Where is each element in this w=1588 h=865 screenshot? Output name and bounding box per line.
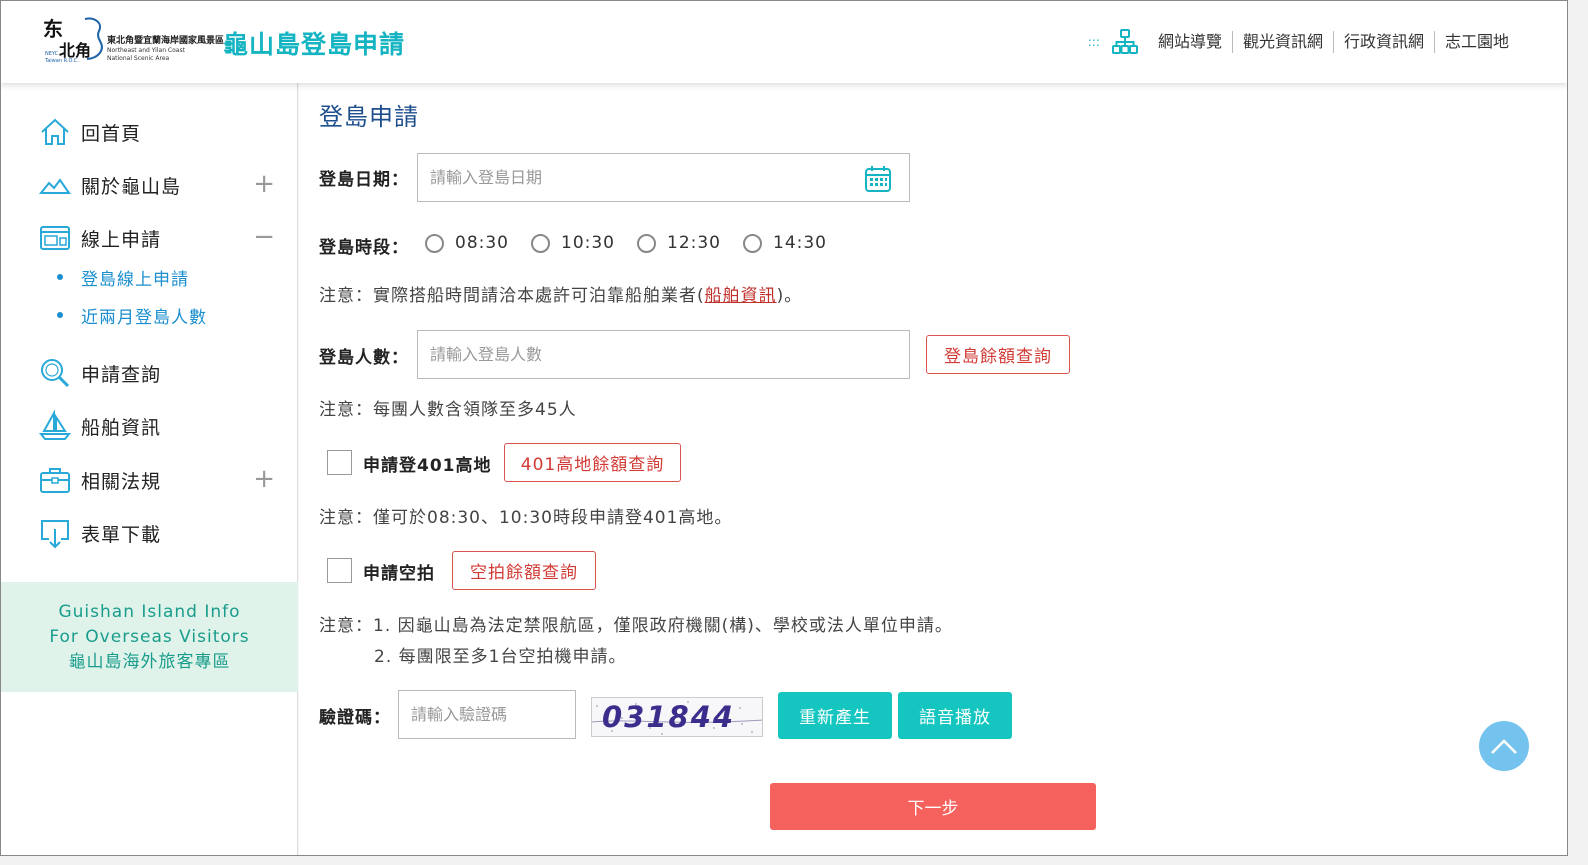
island-quota-button[interactable]: 登島餘額查詢	[926, 335, 1070, 374]
aerial-checkbox[interactable]	[327, 558, 352, 583]
time-slot-option[interactable]: 12:30	[637, 233, 721, 253]
back-to-top-button[interactable]	[1479, 721, 1529, 771]
sidebar-subitem-apply-online[interactable]: 登島線上申請	[57, 264, 189, 290]
sidebar-item-regulations[interactable]: 相關法規 +	[39, 463, 279, 497]
accesskey-marker[interactable]: :::	[1088, 35, 1100, 49]
page-title: 登島申請	[319, 103, 419, 131]
expand-plus-icon[interactable]: +	[253, 168, 275, 200]
radio-button[interactable]	[531, 233, 550, 253]
captcha-label: 驗證碼：	[319, 708, 391, 728]
search-icon	[41, 359, 70, 388]
note-text: )。	[776, 286, 803, 306]
time-slot-option[interactable]: 10:30	[531, 233, 615, 253]
nav-link-admin[interactable]: 行政資訊網	[1334, 31, 1435, 53]
sidebar-item-query[interactable]: 申請查詢	[39, 356, 279, 390]
sidebar-menu: 回首頁 關於龜山島 + 線上申請 − 登島線上申請 近兩月登島人數 申請查詢 船…	[1, 83, 298, 855]
sidebar-subitem-label: 登島線上申請	[81, 269, 189, 290]
sidebar-item-about[interactable]: 關於龜山島 +	[39, 168, 279, 202]
nav-link-tourism[interactable]: 觀光資訊網	[1233, 31, 1334, 53]
sidebar-item-label: 回首頁	[81, 122, 142, 145]
next-step-button[interactable]: 下一步	[770, 783, 1096, 830]
audio-captcha-button[interactable]: 語音播放	[898, 692, 1012, 739]
mountain-icon	[39, 178, 71, 194]
boat-time-note: 注意：實際搭船時間請洽本處許可泊靠船舶業者(船舶資訊)。	[319, 281, 802, 306]
logo-coastline-icon	[84, 17, 103, 60]
overseas-line-2: For Overseas Visitors	[49, 627, 250, 647]
ne-coast-logo[interactable]: 东 北角 NEYC Taiwan R.O.C. 東北角暨宜蘭海岸國家風景區 No…	[41, 11, 225, 71]
sidebar-item-online-apply[interactable]: 線上申請 −	[39, 221, 279, 255]
sidebar-item-label: 申請查詢	[81, 363, 162, 386]
sidebar-item-label: 表單下載	[81, 523, 162, 546]
sidebar-item-label: 相關法規	[81, 470, 162, 493]
regenerate-captcha-button[interactable]: 重新產生	[778, 692, 892, 739]
bullet-icon	[57, 274, 63, 280]
aerial-label: 申請空拍	[363, 564, 435, 584]
logo-abbrev: NEYC	[45, 51, 59, 57]
radio-button[interactable]	[743, 233, 762, 253]
download-icon	[41, 520, 69, 549]
highland-quota-button[interactable]: 401高地餘額查詢	[504, 443, 681, 482]
sitemap-icon	[1111, 29, 1138, 54]
time-slot-option-label: 12:30	[667, 233, 721, 253]
highland-note: 注意：僅可於08:30、10:30時段申請登401高地。	[319, 508, 733, 528]
aerial-note-line2: 2. 每團限至多1台空拍機申請。	[374, 647, 627, 667]
aerial-note-line1: 注意：1. 因龜山島為法定禁限航區，僅限政府機關(構)、學校或法人單位申請。	[319, 616, 953, 636]
calendar-icon[interactable]	[864, 165, 892, 193]
overseas-line-3: 龜山島海外旅客專區	[68, 652, 231, 672]
overseas-visitors-banner[interactable]: Guishan Island Info For Overseas Visitor…	[1, 582, 298, 692]
sidebar-subitem-label: 近兩月登島人數	[81, 307, 207, 328]
time-slot-option[interactable]: 14:30	[743, 233, 827, 253]
boat-icon	[39, 410, 71, 440]
logo-chinese-name: 東北角暨宜蘭海岸國家風景區	[107, 36, 225, 46]
sidebar-subitem-visitor-count[interactable]: 近兩月登島人數	[57, 302, 207, 328]
date-input[interactable]	[417, 153, 910, 202]
expand-plus-icon[interactable]: +	[253, 463, 275, 495]
sidebar-item-boat-info[interactable]: 船舶資訊	[39, 409, 279, 443]
sidebar-item-label: 關於龜山島	[81, 175, 182, 198]
captcha-input[interactable]	[398, 690, 576, 739]
application-form: 登島申請 登島日期： 登島時段： 08:30 10:30	[299, 83, 1567, 855]
nav-link-volunteer[interactable]: 志工園地	[1435, 31, 1519, 53]
boat-info-link[interactable]: 船舶資訊	[705, 286, 777, 306]
time-slot-label: 登島時段：	[319, 238, 409, 258]
sidebar-item-home[interactable]: 回首頁	[39, 115, 279, 149]
chevron-up-icon	[1491, 739, 1517, 754]
group-size-note: 注意：每團人數含領隊至多45人	[319, 400, 577, 420]
site-header: 东 北角 NEYC Taiwan R.O.C. 東北角暨宜蘭海岸國家風景區 No…	[1, 1, 1567, 83]
time-slot-option-label: 14:30	[773, 233, 827, 253]
home-icon	[41, 118, 69, 145]
captcha-image: 031844	[591, 697, 763, 737]
briefcase-icon	[40, 468, 70, 493]
date-label: 登島日期：	[319, 170, 409, 190]
logo-english-line1: Northeast and Yilan Coast	[107, 47, 185, 54]
logo-english-line2: National Scenic Area	[107, 55, 170, 62]
people-count-input[interactable]	[417, 330, 910, 379]
aerial-quota-button[interactable]: 空拍餘額查詢	[452, 551, 596, 590]
time-slot-radio-group: 08:30 10:30 12:30 14:30	[425, 233, 849, 253]
logo-country: Taiwan R.O.C.	[45, 58, 79, 64]
sidebar-item-label: 線上申請	[81, 228, 162, 251]
site-title[interactable]: 龜山島登島申請	[223, 25, 405, 61]
browser-viewport: 东 北角 NEYC Taiwan R.O.C. 東北角暨宜蘭海岸國家風景區 No…	[0, 0, 1568, 856]
time-slot-option-label: 10:30	[561, 233, 615, 253]
bullet-icon	[57, 312, 63, 318]
time-slot-option-label: 08:30	[455, 233, 509, 253]
highland-checkbox[interactable]	[327, 450, 352, 475]
overseas-line-1: Guishan Island Info	[58, 602, 241, 622]
sidebar-item-label: 船舶資訊	[81, 416, 162, 439]
nav-link-sitemap[interactable]: 網站導覽	[1148, 31, 1233, 53]
note-text: 注意：實際搭船時間請洽本處許可泊靠船舶業者(	[319, 286, 705, 306]
people-label: 登島人數：	[319, 348, 409, 368]
radio-button[interactable]	[637, 233, 656, 253]
captcha-text: 031844	[602, 700, 736, 734]
collapse-minus-icon[interactable]: −	[253, 221, 275, 253]
top-navigation: ::: 網站導覽 觀光資訊網 行政資訊網 志工園地	[1088, 29, 1519, 55]
highland-label: 申請登401高地	[363, 456, 492, 476]
browser-form-icon	[40, 226, 70, 250]
time-slot-option[interactable]: 08:30	[425, 233, 509, 253]
radio-button[interactable]	[425, 233, 444, 253]
sidebar-item-downloads[interactable]: 表單下載	[39, 516, 279, 550]
